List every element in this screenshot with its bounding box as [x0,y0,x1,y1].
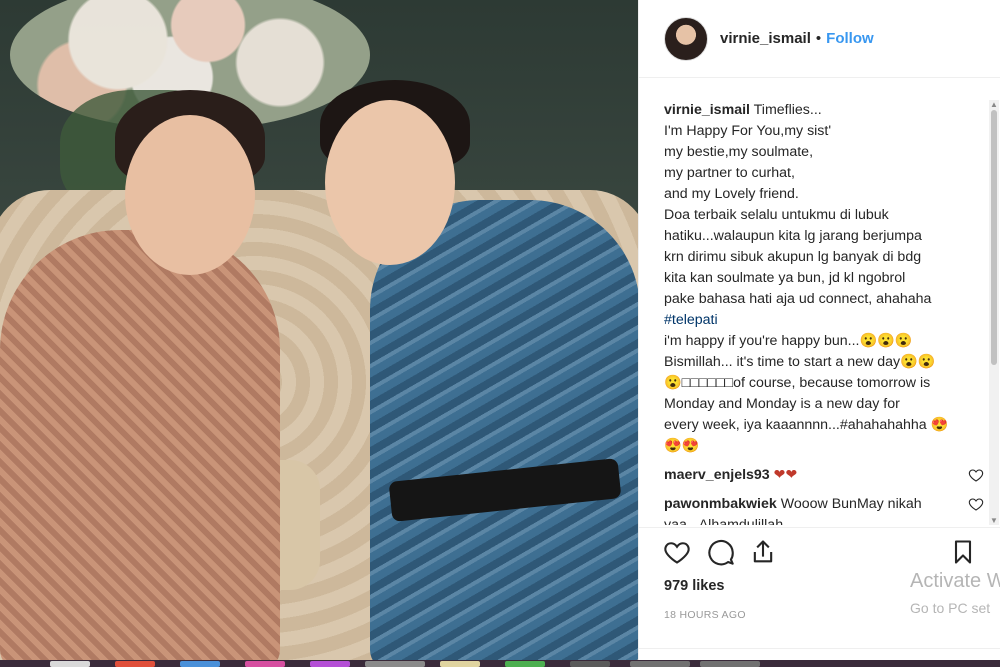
post-header: virnie_ismail • Follow [639,0,1000,78]
post-side-panel: virnie_ismail • Follow virnie_ismail Tim… [638,0,1000,660]
caption-username[interactable]: virnie_ismail [664,102,750,118]
separator-dot: • [815,30,822,47]
bookmark-icon[interactable] [949,538,977,566]
share-icon[interactable] [749,538,777,566]
comments-scrollbar[interactable]: ▲ ▼ [989,100,999,525]
scroll-down-arrow-icon[interactable]: ▼ [990,516,998,525]
avatar[interactable] [664,16,708,61]
person-right-dress [370,200,638,660]
comment-item: maerv_enjels93 ❤❤ [664,465,984,486]
taskbar-app[interactable] [365,661,425,667]
caption-line: virnie_ismail Timeflies... [664,100,984,121]
caption-line: hatiku...walaupun kita lg jarang berjump… [664,228,922,244]
caption-line: krn dirimu sibuk akupun lg banyak di bdg [664,249,922,265]
post-photo[interactable] [0,0,638,660]
taskbar [0,660,1000,667]
caption-line: every week, iya kaaannnn...#ahahahahha 😍 [664,417,949,433]
person-left-face [125,115,255,275]
comment-username[interactable]: pawonmbakwiek [664,496,777,512]
caption-line: my partner to curhat, [664,165,795,181]
taskbar-app[interactable] [310,661,350,667]
activate-windows-watermark: Activate W [910,570,1000,592]
caption-line: and my Lovely friend. [664,186,799,202]
scroll-up-arrow-icon[interactable]: ▲ [990,100,998,109]
caption-line: 😍😍 [664,438,700,454]
comment-text: ❤❤ [773,467,798,483]
instagram-post-window: virnie_ismail • Follow virnie_ismail Tim… [0,0,1000,667]
caption-line: Monday and Monday is a new day for [664,396,900,412]
like-comment-heart-icon[interactable] [968,496,984,512]
caption-line: my bestie,my soulmate, [664,144,814,160]
activate-windows-subtext: Go to PC set [910,600,991,616]
taskbar-app[interactable] [440,661,480,667]
comments-list[interactable]: virnie_ismail Timeflies... I'm Happy For… [664,100,984,525]
comment-username[interactable]: maerv_enjels93 [664,467,770,483]
taskbar-app[interactable] [630,661,690,667]
caption-line: 😮□□□□□□of course, because tomorrow is [664,375,931,391]
follow-button[interactable]: Follow [826,30,874,47]
caption: virnie_ismail Timeflies... I'm Happy For… [664,100,984,457]
caption-line: i'm happy if you're happy bun...😮😮😮 [664,333,913,349]
taskbar-app[interactable] [50,661,90,667]
comment-item: pawonmbakwiek Wooow BunMay nikah yaa...A… [664,494,984,525]
hashtag-link[interactable]: #telepati [664,310,984,331]
comment-icon[interactable] [707,538,735,566]
caption-line: I'm Happy For You,my sist' [664,123,832,139]
taskbar-app[interactable] [700,661,760,667]
caption-text: Timeflies... [753,102,822,118]
caption-line: pake bahasa hati aja ud connect, ahahaha [664,291,932,307]
taskbar-app[interactable] [245,661,285,667]
heart-icon[interactable] [663,538,691,566]
caption-line: kita kan soulmate ya bun, jd kl ngobrol [664,270,906,286]
header-username[interactable]: virnie_ismail [720,30,811,47]
caption-line: Bismillah... it's time to start a new da… [664,354,936,370]
post-actions: 979 likes 18 HOURS AGO [639,527,1000,660]
person-left-dress [0,230,280,660]
taskbar-app[interactable] [505,661,545,667]
like-comment-heart-icon[interactable] [968,467,984,483]
post-timestamp[interactable]: 18 HOURS AGO [664,609,746,621]
taskbar-app[interactable] [180,661,220,667]
likes-count[interactable]: 979 likes [664,578,724,594]
caption-line: Doa terbaik selalu untukmu di lubuk [664,207,889,223]
scrollbar-thumb[interactable] [991,110,997,365]
taskbar-app[interactable] [570,661,610,667]
taskbar-app[interactable] [115,661,155,667]
person-right-face [325,100,455,265]
